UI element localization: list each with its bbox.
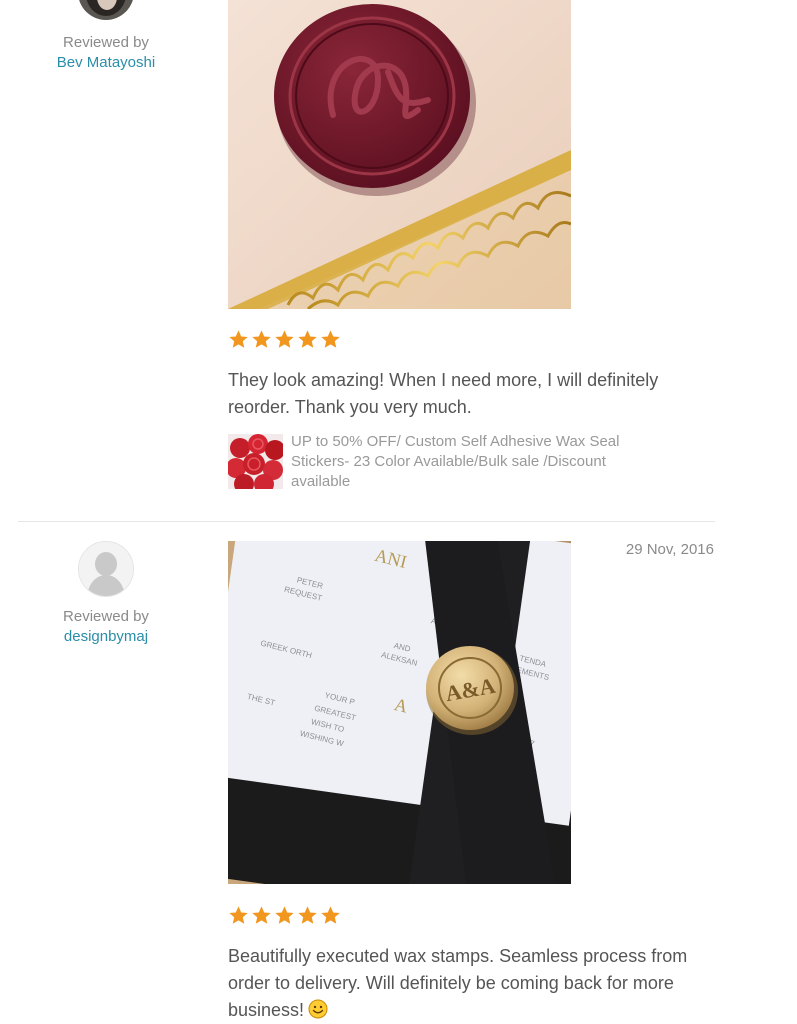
star-icon: [298, 906, 317, 924]
reviewed-by-label: Reviewed by: [63, 608, 149, 625]
star-icon: [229, 906, 248, 924]
star-icon: [298, 330, 317, 348]
review-text: Beautifully executed wax stamps. Seamles…: [228, 943, 698, 1024]
star-icon: [275, 330, 294, 348]
reviewer-avatar[interactable]: [78, 0, 134, 20]
reviewer-avatar[interactable]: [78, 541, 134, 597]
star-icon: [321, 906, 340, 924]
review-photo[interactable]: [228, 0, 571, 309]
listing-title[interactable]: UP to 50% OFF/ Custom Self Adhesive Wax …: [291, 432, 651, 492]
listing-thumbnail[interactable]: [228, 434, 283, 489]
reviewer-name-link[interactable]: Bev Matayoshi: [16, 54, 196, 71]
star-icon: [252, 330, 271, 348]
star-rating: [228, 329, 341, 350]
star-icon: [252, 906, 271, 924]
reviewed-by-label: Reviewed by: [63, 34, 149, 51]
smiley-emoji-icon: [308, 999, 328, 1019]
star-icon: [275, 906, 294, 924]
review-divider: [18, 521, 715, 522]
review-date: 29 Nov, 2016: [625, 541, 714, 558]
review-text-body: Beautifully executed wax stamps. Seamles…: [228, 946, 688, 1020]
star-icon: [321, 330, 340, 348]
reviewed-listing-link[interactable]: UP to 50% OFF/ Custom Self Adhesive Wax …: [228, 432, 651, 492]
review-text: They look amazing! When I need more, I w…: [228, 370, 659, 417]
star-icon: [229, 330, 248, 348]
star-rating: [228, 905, 341, 926]
reviewer-name-link[interactable]: designbymaj: [16, 628, 196, 645]
review-photo[interactable]: PETER REQUEST GREEK ORTH THE ST YOUR P G…: [228, 541, 571, 884]
